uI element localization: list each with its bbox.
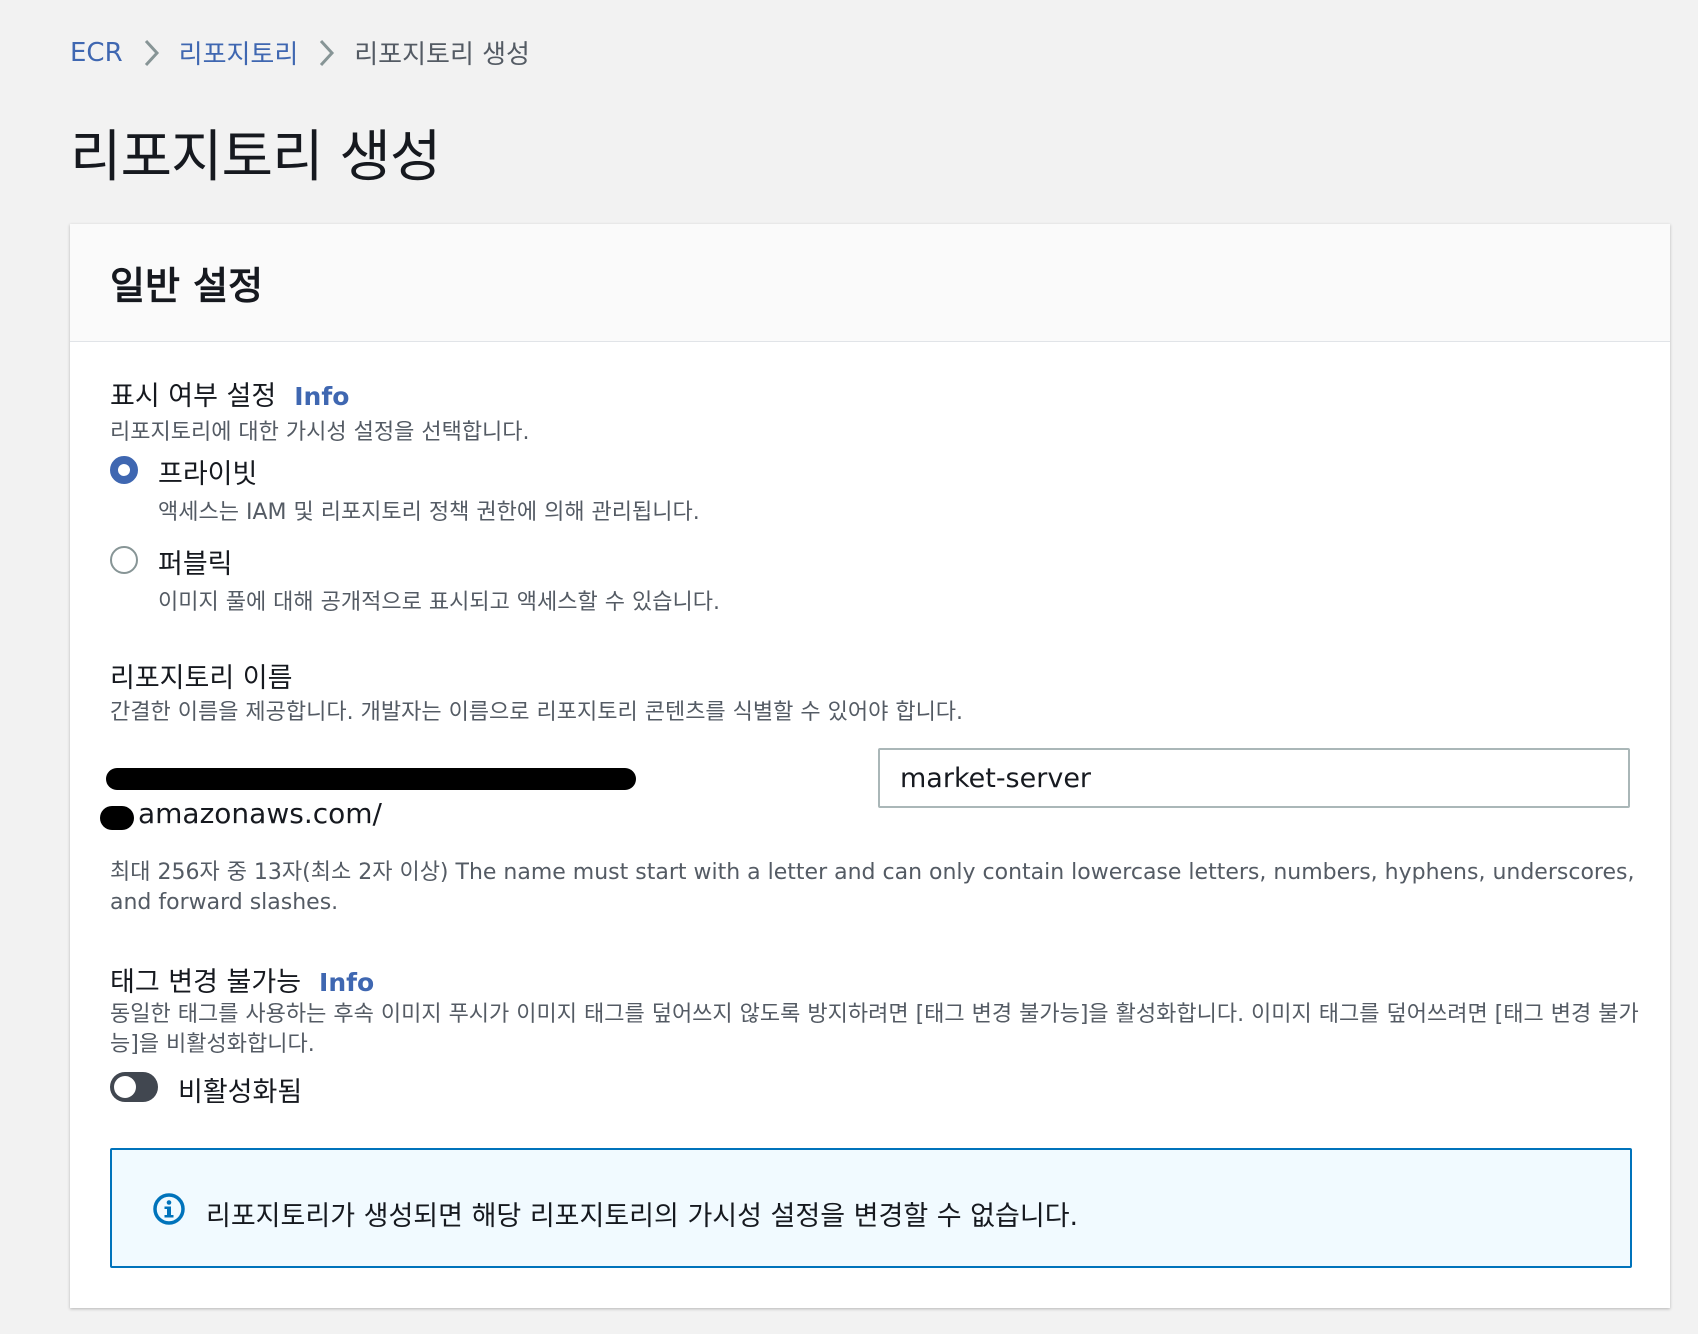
radio-private-description: 액세스는 IAM 및 리포지토리 정책 권한에 의해 관리됩니다. <box>158 500 700 525</box>
radio-public-description: 이미지 풀에 대해 공개적으로 표시되고 액세스할 수 있습니다. <box>158 590 720 615</box>
panel-header: 일반 설정 <box>70 224 1670 342</box>
visibility-info-link[interactable]: Info <box>294 382 349 411</box>
tag-immutability-description: 동일한 태그를 사용하는 후속 이미지 푸시가 이미지 태그를 덮어쓰지 않도록… <box>110 1002 1639 1057</box>
repo-name-constraint: 최대 256자 중 13자(최소 2자 이상) The name must st… <box>110 860 1635 915</box>
visibility-label: 표시 여부 설정 <box>110 381 277 412</box>
breadcrumb-link-repositories[interactable]: 리포지토리 <box>179 34 299 71</box>
tag-immutability-label: 태그 변경 불가능 <box>110 967 302 998</box>
repo-name-label: 리포지토리 이름 <box>110 663 293 694</box>
repo-name-description: 간결한 이름을 제공합니다. 개발자는 이름으로 리포지토리 콘텐츠를 식별할 … <box>110 700 964 725</box>
visibility-label-row: 표시 여부 설정 Info <box>110 374 349 413</box>
chevron-right-icon <box>123 38 179 68</box>
registry-uri-suffix: amazonaws.com/ <box>138 797 382 830</box>
chevron-right-icon <box>298 38 354 68</box>
tag-immutability-label-row: 태그 변경 불가능 Info <box>110 960 374 999</box>
tag-immutability-toggle[interactable] <box>110 1072 158 1102</box>
radio-public[interactable] <box>110 546 138 574</box>
redaction-mark <box>106 768 636 790</box>
radio-public-label[interactable]: 퍼블릭 <box>158 542 233 581</box>
tag-immutability-info-link[interactable]: Info <box>319 968 374 997</box>
panel-title: 일반 설정 <box>110 264 264 308</box>
registry-uri-prefix: amazonaws.com/ <box>108 754 628 834</box>
radio-private-label[interactable]: 프라이빗 <box>158 452 257 491</box>
alert-message: 리포지토리가 생성되면 해당 리포지토리의 가시성 설정을 변경할 수 없습니다… <box>206 1201 1079 1232</box>
radio-private[interactable] <box>110 456 138 484</box>
general-settings-panel: 일반 설정 표시 여부 설정 Info 리포지토리에 대한 가시성 설정을 선택합… <box>70 224 1670 1308</box>
redaction-mark <box>100 806 134 830</box>
toggle-knob <box>114 1076 136 1098</box>
info-icon <box>152 1192 186 1230</box>
visibility-description: 리포지토리에 대한 가시성 설정을 선택합니다. <box>110 420 530 445</box>
page-title: 리포지토리 생성 <box>70 125 441 190</box>
breadcrumb-link-ecr[interactable]: ECR <box>70 38 123 68</box>
info-alert: 리포지토리가 생성되면 해당 리포지토리의 가시성 설정을 변경할 수 없습니다… <box>110 1148 1632 1268</box>
tag-immutability-toggle-label: 비활성화됨 <box>178 1077 303 1108</box>
breadcrumb: ECR 리포지토리 리포지토리 생성 <box>70 34 530 71</box>
breadcrumb-current: 리포지토리 생성 <box>354 40 530 70</box>
repository-name-input[interactable] <box>878 748 1630 808</box>
